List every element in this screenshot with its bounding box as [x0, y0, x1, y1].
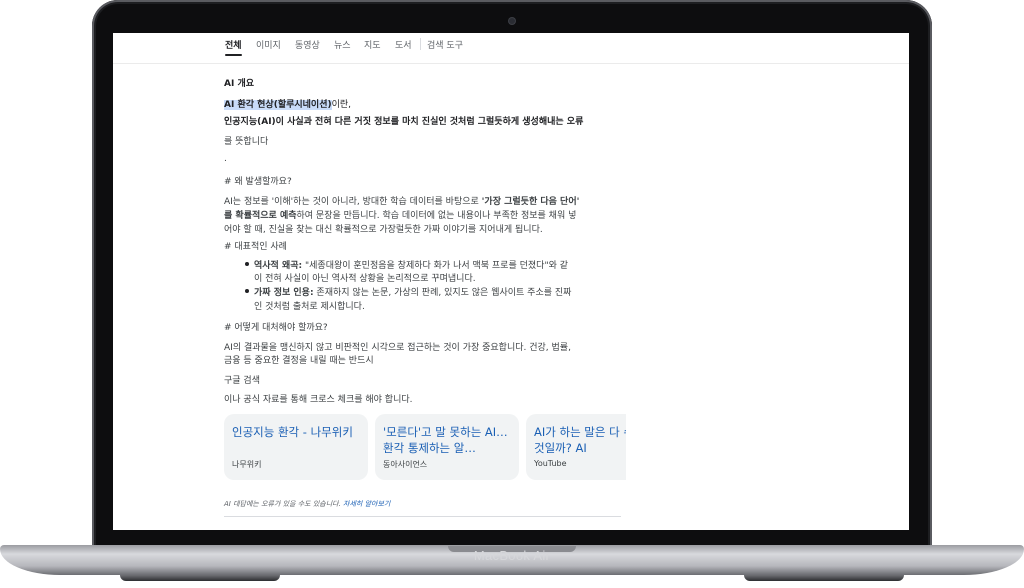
- source-card-title[interactable]: 인공지능 환각 - 나무위키: [232, 424, 364, 440]
- camera-icon: [509, 18, 515, 24]
- why-text-b: 하여 문장을 만듭니다. 학습 데이터에 없는 내용이나 부족한 정보를 채워 …: [296, 211, 577, 221]
- section-divider: [224, 516, 621, 517]
- why-paragraph-1: AI는 정보를 '이해'하는 것이 아니라, 방대한 학습 데이터를 바탕으로 …: [224, 194, 579, 207]
- example-2: 가짜 정보 인용: 존재하지 않는 논문, 가상의 판례, 있지도 않은 웹사이…: [254, 285, 571, 298]
- why-emphasis: '가장 그럴듯한 다음 단어': [481, 197, 580, 207]
- source-cards: 인공지능 환각 - 나무위키 나무위키 '모른다'고 말 못하는 AI…환각 통…: [224, 414, 626, 480]
- source-card[interactable]: '모른다'고 말 못하는 AI…환각 통제하는 알… 동아사이언스: [375, 414, 519, 480]
- learn-more-link[interactable]: 자세히 알아보기: [343, 500, 390, 508]
- why-heading: # 왜 발생할까요?: [224, 177, 292, 187]
- source-card-title[interactable]: '모른다'고 말 못하는 AI…환각 통제하는 알…: [383, 424, 515, 456]
- source-card-site: 나무위키: [232, 460, 262, 469]
- example-1-text: "세종대왕이 훈민정음을 창제하다 화가 나서 맥북 프로를 던졌다"와 같: [302, 261, 569, 271]
- tab-maps[interactable]: 지도: [364, 38, 381, 51]
- search-tabs: 전체 이미지 동영상 뉴스 지도 도서 검색 도구: [113, 33, 909, 64]
- google-search-link[interactable]: 구글 검색: [224, 373, 260, 386]
- example-2-cont: 인 것처럼 출처로 제시합니다.: [254, 302, 365, 312]
- source-card[interactable]: 인공지능 환각 - 나무위키 나무위키: [224, 414, 368, 480]
- bullet-icon: [245, 262, 249, 266]
- source-card[interactable]: AI가 하는 말은 다 수 있는 것일까? AI YouTube: [526, 414, 626, 480]
- why-paragraph-2: 를 확률적으로 예측하여 문장을 만듭니다. 학습 데이터에 없는 내용이나 부…: [224, 208, 576, 221]
- disclaimer-text: AI 대답에는 오류가 있을 수도 있습니다.: [224, 500, 341, 508]
- how-heading: # 어떻게 대처해야 할까요?: [224, 323, 328, 333]
- examples-heading: # 대표적인 사례: [224, 242, 287, 252]
- bullet-icon: [245, 289, 249, 293]
- tab-books[interactable]: 도서: [395, 38, 412, 51]
- term-line: AI 환각 현상(할루시네이션)이란,: [224, 97, 351, 110]
- device-brand-label: MacBook Air: [473, 548, 551, 563]
- tab-images[interactable]: 이미지: [256, 38, 281, 51]
- highlighted-term: AI 환각 현상(할루시네이션): [224, 100, 332, 110]
- definition-end: 를 뜻합니다: [224, 137, 269, 147]
- example-1-label: 역사적 왜곡:: [254, 261, 303, 271]
- tab-divider: [420, 38, 421, 50]
- laptop-foot-left: [120, 575, 280, 581]
- ai-disclaimer: AI 대답에는 오류가 있을 수도 있습니다. 자세히 알아보기: [224, 499, 390, 509]
- laptop-foot-right: [744, 575, 904, 581]
- overview-heading: AI 개요: [224, 79, 255, 89]
- how-paragraph-2: 금융 등 중요한 결정을 내릴 때는 반드시: [224, 356, 374, 366]
- source-card-title[interactable]: AI가 하는 말은 다 수 있는 것일까? AI: [534, 424, 626, 456]
- tab-videos[interactable]: 동영상: [295, 38, 320, 51]
- term-suffix: 이란,: [331, 100, 352, 110]
- example-1: 역사적 왜곡: "세종대왕이 훈민정음을 창제하다 화가 나서 맥북 프로를 던…: [254, 258, 568, 271]
- tab-news[interactable]: 뉴스: [334, 38, 351, 51]
- tab-search-tools[interactable]: 검색 도구: [427, 38, 463, 51]
- example-2-label: 가짜 정보 인용:: [254, 288, 314, 298]
- why-emphasis-2: 를 확률적으로 예측: [224, 211, 297, 221]
- example-1-cont: 이 전혀 사실이 아닌 역사적 상황을 논리적으로 꾸며냅니다.: [254, 274, 476, 284]
- source-card-site: 동아사이언스: [383, 460, 428, 469]
- why-text-a: AI는 정보를 '이해'하는 것이 아니라, 방대한 학습 데이터를 바탕으로: [224, 197, 482, 207]
- definition-bold: 인공지능(AI)이 사실과 전혀 다른 거짓 정보를 마치 진실인 것처럼 그럴…: [224, 117, 584, 127]
- source-card-site: YouTube: [534, 459, 567, 468]
- why-paragraph-3: 어야 할 때, 진실을 찾는 대신 확률적으로 가장럴듯한 가짜 이야기를 지어…: [224, 225, 543, 235]
- how-paragraph-1: AI의 결과물을 맹신하지 않고 비판적인 시각으로 접근하는 것이 가장 중요…: [224, 343, 571, 353]
- separator-dot: .: [224, 154, 227, 164]
- tab-all[interactable]: 전체: [225, 38, 242, 56]
- example-2-text: 존재하지 않는 논문, 가상의 판례, 있지도 않은 웹사이트 주소를 진짜: [313, 288, 572, 298]
- cross-check-text: 이나 공식 자료를 통해 크로스 체크를 해야 합니다.: [224, 395, 413, 405]
- screen: 전체 이미지 동영상 뉴스 지도 도서 검색 도구 AI 개요 AI 환각 현상…: [113, 33, 909, 530]
